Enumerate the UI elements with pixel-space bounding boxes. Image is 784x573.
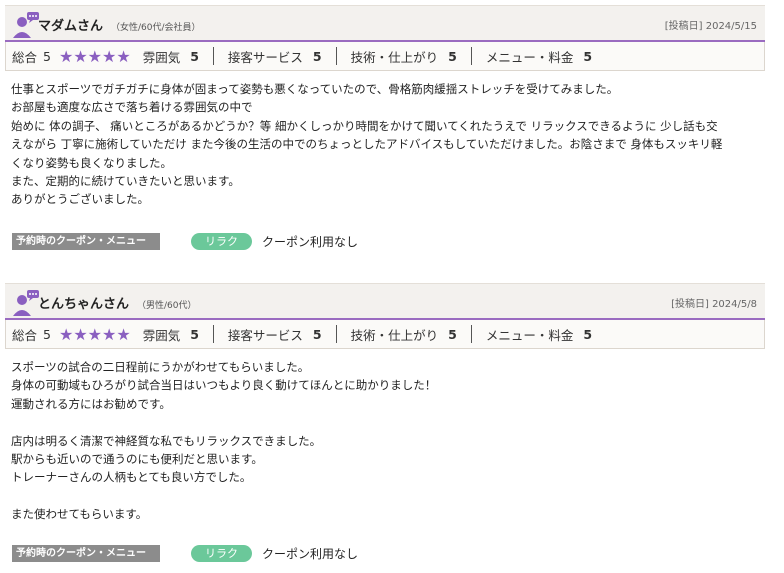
score-total-value: 5 [43,48,51,64]
score-label: 技術・仕上がり [350,49,439,65]
score-item: 接客サービス 5 [212,47,336,65]
user-avatar-icon [13,290,39,316]
review-card: マダムさん （女性/60代/会社員） [投稿日] 2024/5/15 総合 5 ★… [5,5,765,250]
star-rating-icon: ★★★★★ [58,46,131,66]
reviewer-name: マダムさん （女性/60代/会社員） [38,19,201,34]
score-value: 5 [190,326,199,342]
review-line: 仕事とスポーツでガチガチに身体が固まって姿勢も悪くなっていたので、骨格筋肉緩揺ス… [11,82,619,96]
review-line: 運動される方にはお勧めです。 [11,396,171,411]
score-total: 総合 5 ★★★★★ 雰囲気 5 [6,46,213,66]
review-line: 店内は明るく清潔で神経質な私でもリラックスできました。 [11,433,322,448]
score-total-label: 総合 [12,49,38,65]
score-item: メニュー・料金 5 [470,47,606,65]
score-value: 5 [583,48,593,64]
review-body: 仕事とスポーツでガチガチに身体が固まって姿勢も悪くなっていたので、骨格筋肉緩揺ス… [5,71,765,209]
user-avatar-icon [13,12,39,38]
score-value: 5 [448,48,457,64]
score-label: メニュー・料金 [485,49,574,65]
score-item: 技術・仕上がり 5 [335,325,471,343]
coupon-label: 予約時のクーポン・メニュー [12,233,160,250]
review-line [11,413,759,431]
score-label: メニュー・料金 [485,327,574,343]
score-label: 接客サービス [227,49,303,65]
review-line: また、定期的に続けていきたいと思います。 [11,174,240,189]
post-date: [投稿日] 2024/5/15 [664,21,757,32]
review-line: ありがとうございました。 [11,192,149,207]
review-line: トレーナーさんの人柄もとても良い方でした。 [11,470,252,485]
menu-tag[interactable]: リラク [191,545,252,562]
score-item: 技術・仕上がり 5 [335,47,471,65]
review-line: 身体の可動域もひろがり試合当日はいつもより良く動けてほんとに助かりました！ [11,378,437,393]
score-label: 雰囲気 [142,49,181,65]
score-label: 技術・仕上がり [350,327,439,343]
reviewer-meta: （男性/60代） [137,301,197,311]
review-line: えながら 丁寧に施術していただけ また今後の生活の中でのちょっとしたアドバイスも… [11,137,723,152]
review-line [11,487,759,505]
score-value: 5 [312,48,322,64]
post-date: [投稿日] 2024/5/8 [671,299,757,310]
score-bar: 総合 5 ★★★★★ 雰囲気 5 接客サービス 5 技術・仕上がり 5 メニュー… [5,320,765,349]
review-line: 駅からも近いので通うのにも便利だと思います。 [11,452,263,467]
reviewer-meta: （女性/60代/会社員） [111,23,201,33]
score-value: 5 [312,326,322,342]
coupon-text: クーポン利用なし [262,235,359,249]
score-value: 5 [190,48,199,64]
review-header: マダムさん （女性/60代/会社員） [投稿日] 2024/5/15 [5,5,765,42]
coupon-label: 予約時のクーポン・メニュー [12,545,160,562]
score-total: 総合 5 ★★★★★ 雰囲気 5 [6,324,213,344]
score-total-label: 総合 [12,327,38,343]
score-label: 接客サービス [227,327,303,343]
score-bar: 総合 5 ★★★★★ 雰囲気 5 接客サービス 5 技術・仕上がり 5 メニュー… [5,42,765,71]
score-label: 雰囲気 [142,327,181,343]
coupon-row: 予約時のクーポン・メニュー リラク クーポン利用なし [12,545,358,562]
review-card: とんちゃんさん （男性/60代） [投稿日] 2024/5/8 総合 5 ★★★★… [5,283,765,562]
score-item: メニュー・料金 5 [470,325,606,343]
review-line: くなり姿勢も良くなりました。 [11,155,172,170]
score-item: 接客サービス 5 [212,325,336,343]
score-total-value: 5 [43,326,51,342]
star-rating-icon: ★★★★★ [58,324,131,344]
review-line: また使わせてもらいます。 [11,507,148,522]
review-line: スポーツの試合の二日程前にうかがわせてもらいました。 [11,360,310,374]
review-header: とんちゃんさん （男性/60代） [投稿日] 2024/5/8 [5,283,765,320]
score-value: 5 [583,326,593,342]
reviewer-name: とんちゃんさん （男性/60代） [38,297,197,312]
coupon-row: 予約時のクーポン・メニュー リラク クーポン利用なし [12,233,358,250]
coupon-text: クーポン利用なし [262,547,359,561]
review-body: スポーツの試合の二日程前にうかがわせてもらいました。 身体の可動域もひろがり試合… [5,349,765,524]
menu-tag[interactable]: リラク [191,233,252,250]
review-line: お部屋も適度な広さで落ち着ける雰囲気の中で [11,100,253,115]
score-value: 5 [448,326,457,342]
review-line: 始めに 体の調子、 痛いところがあるかどうか？等 細かくしっかり時間をかけて聞い… [11,118,718,133]
